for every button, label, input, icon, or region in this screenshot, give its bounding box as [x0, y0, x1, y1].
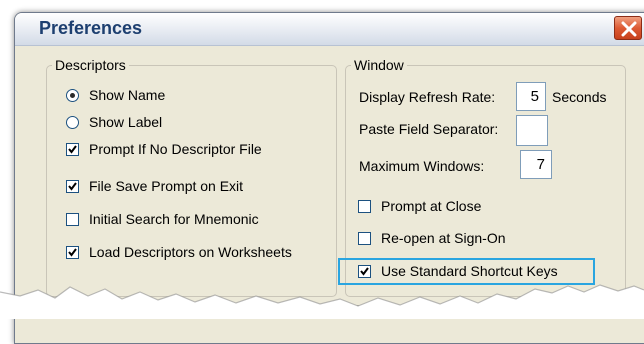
torn-edge-overlay	[0, 284, 644, 319]
